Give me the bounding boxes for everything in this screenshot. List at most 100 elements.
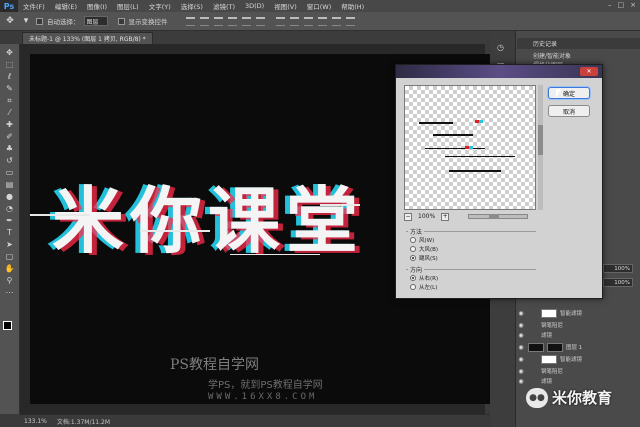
menu-select[interactable]: 选择(S) xyxy=(176,1,208,11)
document-info[interactable]: 文档:1.37M/11.2M xyxy=(57,417,110,426)
distribute-top-icon[interactable] xyxy=(275,16,285,26)
gradient-tool-icon[interactable]: ▤ xyxy=(2,179,18,190)
eye-icon[interactable]: ◉ xyxy=(517,368,525,375)
menu-image[interactable]: 图像(I) xyxy=(82,1,112,11)
radio-button-selected[interactable] xyxy=(410,275,416,281)
zoom-in-button[interactable]: + xyxy=(441,212,450,221)
pen-tool-icon[interactable]: ✒ xyxy=(2,215,18,226)
align-top-icon[interactable] xyxy=(185,16,195,26)
eraser-tool-icon[interactable]: ▭ xyxy=(2,167,18,178)
menu-3d[interactable]: 3D(D) xyxy=(240,2,269,10)
maximize-icon[interactable]: □ xyxy=(618,1,625,9)
move-tool-icon[interactable]: ✥ xyxy=(2,47,18,58)
dialog-close-icon[interactable]: ✕ xyxy=(580,67,598,76)
history-brush-tool-icon[interactable]: ↺ xyxy=(2,155,18,166)
shape-tool-icon[interactable]: ▢ xyxy=(2,251,18,262)
type-tool-icon[interactable]: T xyxy=(2,227,18,238)
direction-option-left[interactable]: 从左(L) xyxy=(410,283,437,291)
layer-row[interactable]: ◉ 钢笔阻尼 xyxy=(517,320,640,330)
layer-name: 滤镜 xyxy=(541,379,553,385)
zoom-readout[interactable]: 133.1% xyxy=(24,418,47,425)
healing-brush-tool-icon[interactable]: ✚ xyxy=(2,119,18,130)
layer-row[interactable]: ◉ 智能滤镜 xyxy=(517,354,640,364)
align-vcenter-icon[interactable] xyxy=(199,16,209,26)
eyedropper-tool-icon[interactable]: ⁄ xyxy=(2,107,18,118)
glitch-streak xyxy=(230,254,320,255)
method-option-stagger[interactable]: 飓风(S) xyxy=(410,254,438,262)
cancel-button[interactable]: 取消 xyxy=(548,105,590,117)
blur-tool-icon[interactable]: ● xyxy=(2,191,18,202)
layer-row[interactable]: ◉ 图层 1 xyxy=(517,342,640,352)
quick-select-tool-icon[interactable]: ✎ xyxy=(2,83,18,94)
brush-tool-icon[interactable]: ✐ xyxy=(2,131,18,142)
clone-stamp-tool-icon[interactable]: ♣ xyxy=(2,143,18,154)
layer-row[interactable]: ◉ 智能滤镜 xyxy=(517,308,640,318)
distribute-hcenter-icon[interactable] xyxy=(331,16,341,26)
menu-file[interactable]: 文件(F) xyxy=(18,1,50,11)
menu-window[interactable]: 窗口(W) xyxy=(302,1,337,11)
show-transform-checkbox[interactable] xyxy=(117,17,125,25)
layer-row[interactable]: ◉ 滤镜 xyxy=(517,330,640,340)
more-tools-icon[interactable]: ⋯ xyxy=(2,287,18,298)
preview-vertical-scrollbar[interactable] xyxy=(538,85,543,210)
radio-button[interactable] xyxy=(410,246,416,252)
align-bottom-icon[interactable] xyxy=(213,16,223,26)
menu-view[interactable]: 视图(V) xyxy=(269,1,302,11)
eye-icon[interactable]: ◉ xyxy=(517,332,525,339)
distribute-vcenter-icon[interactable] xyxy=(289,16,299,26)
history-panel-icon[interactable]: ◷ xyxy=(497,43,509,53)
radio-label: 从右(R) xyxy=(419,276,439,282)
minimize-icon[interactable]: – xyxy=(608,1,612,9)
radio-button[interactable] xyxy=(410,284,416,290)
dialog-title-bar[interactable]: ✕ xyxy=(396,65,602,78)
marquee-tool-icon[interactable]: ⬚ xyxy=(2,59,18,70)
eye-icon[interactable]: ◉ xyxy=(517,322,525,329)
layer-fill-field[interactable]: 100% xyxy=(603,278,633,287)
zoom-tool-icon[interactable]: ⚲ xyxy=(2,275,18,286)
menu-type[interactable]: 文字(Y) xyxy=(144,1,176,11)
radio-label: 风(W) xyxy=(419,238,435,244)
menu-edit[interactable]: 编辑(E) xyxy=(50,1,82,11)
tool-preset-chevron-icon[interactable]: ▾ xyxy=(20,15,32,27)
method-option-blast[interactable]: 大风(B) xyxy=(410,245,438,253)
move-tool-icon[interactable]: ✥ xyxy=(4,15,16,27)
radio-button[interactable] xyxy=(410,237,416,243)
menu-layer[interactable]: 图层(L) xyxy=(112,1,144,11)
filter-preview[interactable] xyxy=(404,85,536,210)
layer-opacity-field[interactable]: 100% xyxy=(603,264,633,273)
preview-horizontal-scrollbar[interactable] xyxy=(468,214,528,219)
eye-icon[interactable]: ◉ xyxy=(517,310,525,317)
ok-button[interactable]: 确定 xyxy=(548,87,590,99)
direction-option-right[interactable]: 从右(R) xyxy=(410,274,438,282)
path-select-tool-icon[interactable]: ➤ xyxy=(2,239,18,250)
eye-icon[interactable]: ◉ xyxy=(517,344,525,351)
distribute-bottom-icon[interactable] xyxy=(303,16,313,26)
auto-select-dropdown[interactable]: 图层 xyxy=(83,16,108,26)
eye-icon[interactable]: ◉ xyxy=(517,356,525,363)
align-hcenter-icon[interactable] xyxy=(241,16,251,26)
foreground-color-swatch[interactable] xyxy=(3,321,12,330)
document-tab[interactable]: 未标题-1 @ 133% (图层 1 拷贝, RGB/8) * xyxy=(22,32,153,44)
history-item[interactable]: 创建/智能对象 xyxy=(517,51,640,60)
zoom-out-button[interactable]: − xyxy=(404,212,412,221)
auto-select-checkbox[interactable] xyxy=(36,17,43,25)
layer-row[interactable]: ◉ 滤镜 xyxy=(517,376,640,386)
distribute-left-icon[interactable] xyxy=(317,16,327,26)
eye-icon[interactable]: ◉ xyxy=(517,378,525,385)
close-icon[interactable]: × xyxy=(630,1,636,9)
method-option-wind[interactable]: 风(W) xyxy=(410,236,434,244)
crop-tool-icon[interactable]: ⌗ xyxy=(2,95,18,106)
menu-help[interactable]: 帮助(H) xyxy=(336,1,369,11)
history-panel-title[interactable]: 历史记录 xyxy=(517,38,640,49)
align-left-icon[interactable] xyxy=(227,16,237,26)
layer-row[interactable]: ◉ 钢笔阻尼 xyxy=(517,366,640,376)
hand-tool-icon[interactable]: ✋ xyxy=(2,263,18,274)
align-right-icon[interactable] xyxy=(255,16,265,26)
menu-filter[interactable]: 滤镜(T) xyxy=(208,1,240,11)
lasso-tool-icon[interactable]: ℓ xyxy=(2,71,18,82)
distribute-right-icon[interactable] xyxy=(345,16,355,26)
direction-group: 方向 从右(R) 从左(L) xyxy=(406,265,536,293)
radio-button-selected[interactable] xyxy=(410,255,416,261)
glitch-streak xyxy=(140,230,210,232)
dodge-tool-icon[interactable]: ◔ xyxy=(2,203,18,214)
